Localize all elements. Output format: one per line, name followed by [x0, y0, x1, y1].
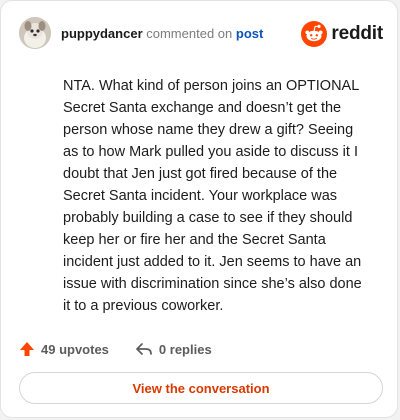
- reddit-logo[interactable]: reddit: [301, 17, 383, 51]
- comment-header: puppydancer commented on post reddit: [19, 17, 383, 51]
- action-text: commented on: [146, 26, 233, 41]
- comment-body: NTA. What kind of person joins an OPTION…: [63, 78, 362, 314]
- reddit-wordmark: reddit: [331, 23, 383, 44]
- upvote-arrow-icon: [20, 342, 34, 356]
- reply-count: 0 replies: [158, 341, 212, 357]
- reddit-snoo-icon: [301, 21, 328, 47]
- replies-button[interactable]: 0 replies: [135, 341, 212, 357]
- comment-actions: 49 upvotes 0 replies: [19, 337, 212, 361]
- reply-arrow-icon: [136, 343, 152, 355]
- post-link[interactable]: post: [236, 26, 263, 41]
- comment-meta: puppydancer commented on post: [61, 26, 263, 41]
- username-link[interactable]: puppydancer: [61, 26, 143, 41]
- avatar[interactable]: [19, 17, 51, 49]
- view-conversation-button[interactable]: View the conversation: [19, 372, 383, 404]
- avatar-image: [19, 17, 51, 49]
- upvote-count: 49 upvotes: [41, 341, 109, 357]
- comment-card: puppydancer commented on post reddit NTA…: [0, 0, 398, 418]
- upvote-button[interactable]: 49 upvotes: [19, 341, 109, 357]
